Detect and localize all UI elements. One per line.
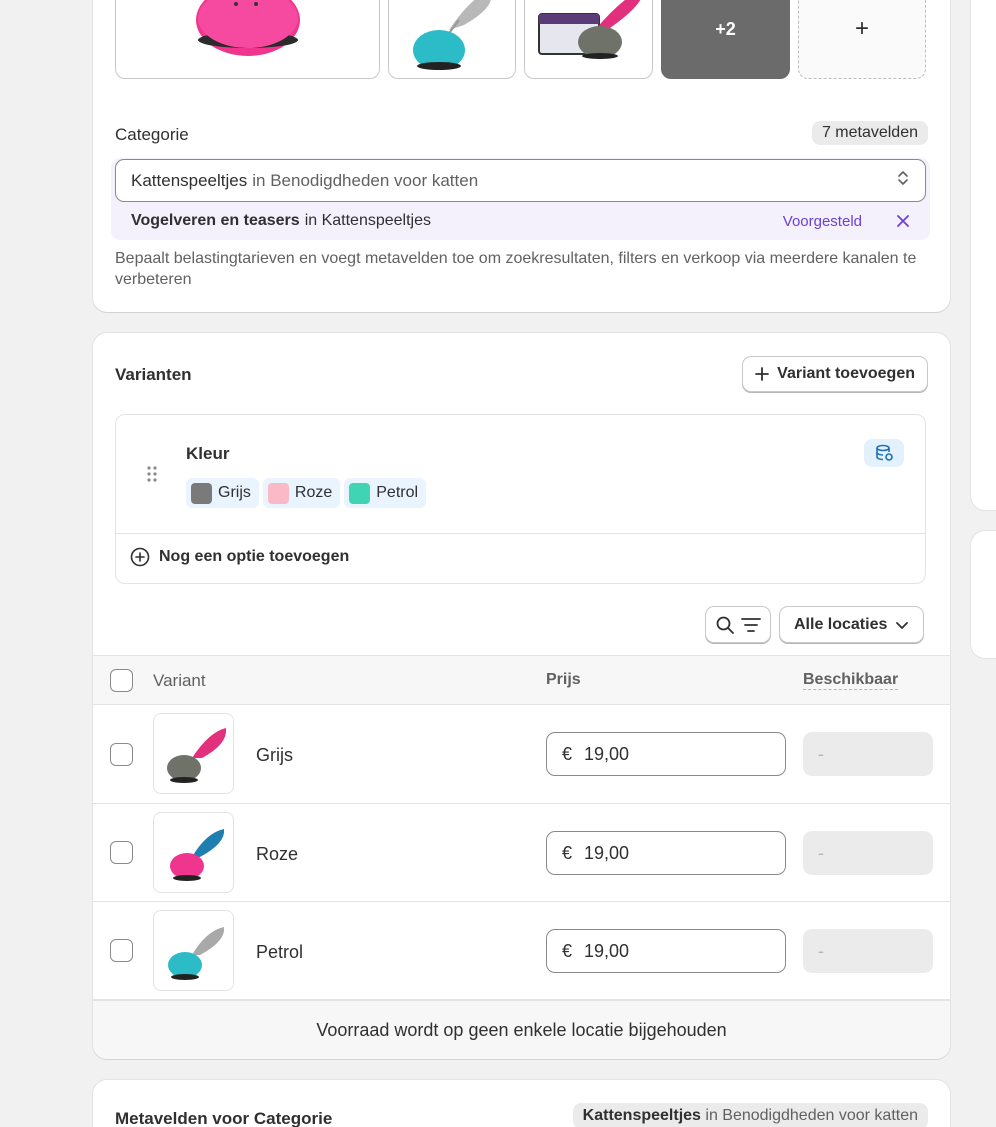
available-value: - [818,940,824,961]
option-value-label: Roze [294,484,333,501]
option-name: Kleur [186,444,230,463]
option-value-chip: Grijs [186,478,259,508]
media-image-teal-toy[interactable] [388,0,516,79]
select-chevron-icon [896,168,910,193]
color-swatch [267,482,289,504]
price-value: 19,00 [584,743,630,764]
add-variant-button[interactable]: Variant toevoegen [742,356,928,392]
add-option-label: Nog een optie toevoegen [159,548,350,565]
price-value: 19,00 [584,842,630,863]
drag-handle-icon[interactable] [146,465,158,488]
category-selected-name: Kattenspeeltjes [131,170,248,190]
location-select[interactable]: Alle locaties [779,606,925,643]
plus-circle-icon [130,547,150,567]
metafields-badge-path: in Benodigdheden voor katten [705,1107,918,1124]
sidebar-card-theme [971,531,996,658]
available-field: - [803,831,933,875]
variant-name: Petrol [256,942,304,962]
select-all-checkbox[interactable] [110,669,133,692]
option-value-chip: Roze [262,478,341,508]
plus-icon: + [854,15,869,42]
variant-name: Roze [256,844,299,864]
row-checkbox[interactable] [110,743,133,766]
product-details-card: +2 + Categorie 7 metavelden Kattenspeelt… [93,0,950,312]
table-row[interactable]: Petrol € 19,00 - [93,902,950,1000]
option-values[interactable]: Grijs Roze Petrol [186,478,430,508]
variant-thumbnail[interactable] [153,812,234,893]
media-image-packaged-toy[interactable] [524,0,653,79]
variants-table-header: Variant Prijs Beschikbaar [93,655,950,705]
dismiss-suggestion-icon[interactable] [896,214,910,228]
suggestion-tag: Voorgesteld [782,212,862,230]
price-input[interactable]: € 19,00 [546,929,786,973]
column-variant: Variant [153,671,206,690]
category-metafields-card: Metavelden voor Categorie Kattenspeeltje… [93,1080,950,1127]
metafields-count-badge: 7 metavelden [811,121,928,145]
variants-title: Varianten [115,365,192,384]
metafield-linked-icon[interactable] [864,439,904,467]
option-divider [116,533,925,534]
sidebar-card-organization [971,0,996,510]
currency-symbol: € [562,743,573,764]
add-variant-label: Variant toevoegen [777,365,915,382]
plus-icon [755,367,770,381]
row-checkbox[interactable] [110,841,133,864]
currency-symbol: € [562,842,573,863]
option-value-chip: Petrol [344,478,427,508]
variant-name: Grijs [256,745,293,765]
price-value: 19,00 [584,940,630,961]
variant-thumbnail[interactable] [153,910,234,991]
available-value: - [818,743,824,764]
row-checkbox[interactable] [110,939,133,962]
column-price: Prijs [546,671,581,688]
media-more-images[interactable]: +2 [661,0,790,79]
option-value-label: Petrol [376,484,419,501]
stock-tracking-note: Voorraad wordt op geen enkele locatie bi… [93,1000,950,1059]
media-main-image[interactable] [115,0,380,79]
variant-option-box: Kleur Grijs Roze Petrol Nog een optie to… [115,414,926,584]
suggestion-name: Vogelveren en teasers [131,212,300,229]
column-available[interactable]: Beschikbaar [803,671,899,690]
location-select-label: Alle locaties [794,615,888,633]
search-filter-button[interactable] [705,606,771,643]
available-value: - [818,842,824,863]
category-label: Categorie [115,125,189,144]
available-field: - [803,929,933,973]
metafields-category-badge: Kattenspeeltjes in Benodigdheden voor ka… [572,1103,928,1127]
table-row[interactable]: Grijs € 19,00 - [93,705,950,804]
table-row[interactable]: Roze € 19,00 - [93,804,950,902]
variants-card: Varianten Variant toevoegen Kleur Grijs … [93,333,950,1059]
price-input[interactable]: € 19,00 [546,732,786,776]
available-field: - [803,732,933,776]
category-select[interactable]: Kattenspeeltjes in Benodigdheden voor ka… [115,159,926,202]
add-option-link[interactable]: Nog een optie toevoegen [130,547,349,567]
stock-note-text: Voorraad wordt op geen enkele locatie bi… [316,1019,727,1040]
search-icon [716,616,734,634]
chevron-down-icon [896,621,909,629]
color-swatch [349,482,371,504]
category-help-text: Bepaalt belastingtarieven en voegt metav… [115,250,917,288]
more-images-count: +2 [715,18,736,39]
option-value-label: Grijs [218,484,251,501]
currency-symbol: € [562,940,573,961]
metafields-badge-name: Kattenspeeltjes [582,1107,701,1124]
filter-icon [741,617,761,632]
add-media-button[interactable]: + [798,0,926,79]
variant-thumbnail[interactable] [153,713,234,794]
metafields-title: Metavelden voor Categorie [115,1109,333,1127]
category-selected-path: in Benodigdheden voor katten [252,170,479,190]
color-swatch [191,482,212,504]
category-suggestion[interactable]: Vogelveren en teasers in Kattenspeeltjes… [111,202,930,240]
suggestion-path: in Kattenspeeltjes [304,212,431,229]
price-input[interactable]: € 19,00 [546,831,786,875]
